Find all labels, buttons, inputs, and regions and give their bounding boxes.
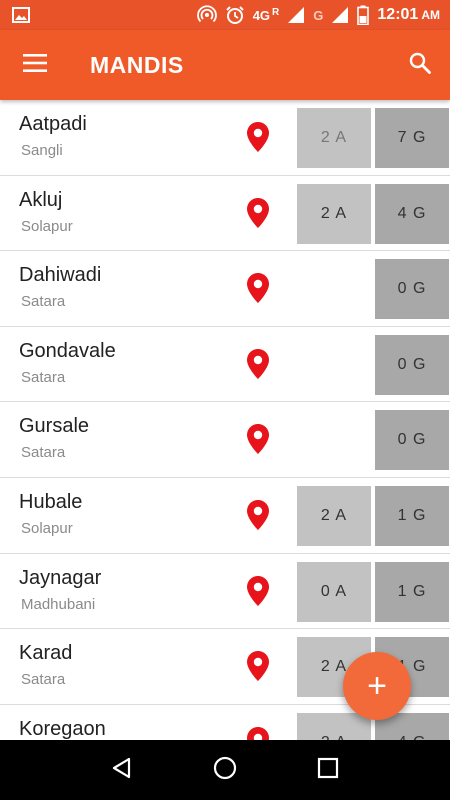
goods-count-tile[interactable]: 7 G xyxy=(375,108,449,168)
list-item[interactable]: Dahiwadi Satara 0 G xyxy=(0,251,450,327)
back-triangle-icon xyxy=(110,756,134,785)
goods-count-tile[interactable]: 4 G xyxy=(375,183,449,244)
list-item[interactable]: Jaynagar Madhubani 0 A1 G xyxy=(0,553,450,630)
roaming-indicator: R xyxy=(272,6,280,18)
location-pin-icon[interactable] xyxy=(246,575,270,607)
back-button[interactable] xyxy=(104,752,140,788)
goods-count-tile[interactable]: 1 G xyxy=(375,561,449,622)
plus-icon: + xyxy=(367,666,387,705)
list-item[interactable]: Aatpadi Sangli 2 A7 G xyxy=(0,100,450,176)
app-bar: MANDIS xyxy=(0,30,450,100)
mandi-name: Hubale xyxy=(19,490,83,513)
location-pin-icon[interactable] xyxy=(246,650,270,682)
system-nav-bar xyxy=(0,740,450,800)
screen: 4G R G 12:01 AM MANDIS Aatpadi Sangli 2 … xyxy=(0,0,450,800)
arrivals-count-tile[interactable]: 0 A xyxy=(297,561,371,622)
mandi-district: Satara xyxy=(21,293,66,311)
mandi-district: Satara xyxy=(21,444,66,462)
clock: 12:01 AM xyxy=(377,6,440,24)
status-bar: 4G R G 12:01 AM xyxy=(0,0,450,30)
list-item[interactable]: Gondavale Satara 0 G xyxy=(0,326,450,403)
mandi-name: Akluj xyxy=(19,188,63,211)
network-type-secondary: G xyxy=(313,7,324,23)
arrivals-count-tile[interactable]: 2 A xyxy=(297,108,371,168)
mandi-name: Gursale xyxy=(19,415,90,438)
mandi-district: Madhubani xyxy=(21,595,96,613)
signal-icon xyxy=(287,6,305,24)
recents-square-icon xyxy=(317,757,339,784)
mandi-district: Satara xyxy=(21,368,66,386)
mandi-name: Dahiwadi xyxy=(19,264,102,287)
mandi-district: Solapur xyxy=(21,217,73,235)
search-icon xyxy=(409,52,431,79)
network-type: 4G xyxy=(252,7,271,23)
location-pin-icon[interactable] xyxy=(246,121,270,153)
clock-time: 12:01 xyxy=(377,6,419,23)
list-item[interactable]: Akluj Solapur 2 A4 G xyxy=(0,175,450,252)
mandi-district: Solapur xyxy=(21,519,73,537)
mandi-name: Koregaon xyxy=(19,717,106,740)
hotspot-icon xyxy=(196,5,217,25)
mandi-list[interactable]: Aatpadi Sangli 2 A7 G Akluj Solapur 2 A4 G Dah… xyxy=(0,100,450,740)
signal-icon-secondary xyxy=(331,6,349,24)
mandi-name: Gondavale xyxy=(19,339,116,362)
image-icon xyxy=(12,7,30,23)
mandi-name: Karad xyxy=(19,642,73,665)
page-title: MANDIS xyxy=(90,52,184,78)
location-pin-icon[interactable] xyxy=(246,726,270,740)
arrivals-count-tile[interactable]: 2 A xyxy=(297,183,371,244)
alarm-icon xyxy=(225,5,245,25)
arrivals-count-tile[interactable]: 2 A xyxy=(297,485,371,546)
search-button[interactable] xyxy=(402,47,438,83)
menu-icon xyxy=(23,53,47,77)
menu-button[interactable] xyxy=(16,48,54,82)
mandi-district: Satara xyxy=(21,671,66,689)
clock-ampm: AM xyxy=(421,8,440,22)
location-pin-icon[interactable] xyxy=(246,423,270,455)
mandi-name: Jaynagar xyxy=(19,566,102,589)
location-pin-icon[interactable] xyxy=(246,348,270,380)
location-pin-icon[interactable] xyxy=(246,272,270,304)
location-pin-icon[interactable] xyxy=(246,499,270,531)
battery-icon xyxy=(357,5,370,25)
list-item[interactable]: Gursale Satara 0 G xyxy=(0,402,450,478)
list-item[interactable]: Hubale Solapur 2 A1 G xyxy=(0,477,450,554)
home-circle-icon xyxy=(212,755,238,786)
location-pin-icon[interactable] xyxy=(246,197,270,229)
home-button[interactable] xyxy=(207,752,243,788)
add-mandi-button[interactable]: + xyxy=(343,652,411,720)
goods-count-tile[interactable]: 0 G xyxy=(375,410,449,471)
goods-count-tile[interactable]: 1 G xyxy=(375,485,449,546)
mandi-district: Sangli xyxy=(21,142,63,159)
goods-count-tile[interactable]: 0 G xyxy=(375,334,449,395)
status-indicators: 4G R G 12:01 AM xyxy=(196,0,440,30)
arrivals-count-tile[interactable]: 2 A xyxy=(297,712,371,740)
mandi-name: Aatpadi xyxy=(19,113,87,135)
goods-count-tile[interactable]: 0 G xyxy=(375,259,449,320)
recents-button[interactable] xyxy=(310,752,346,788)
